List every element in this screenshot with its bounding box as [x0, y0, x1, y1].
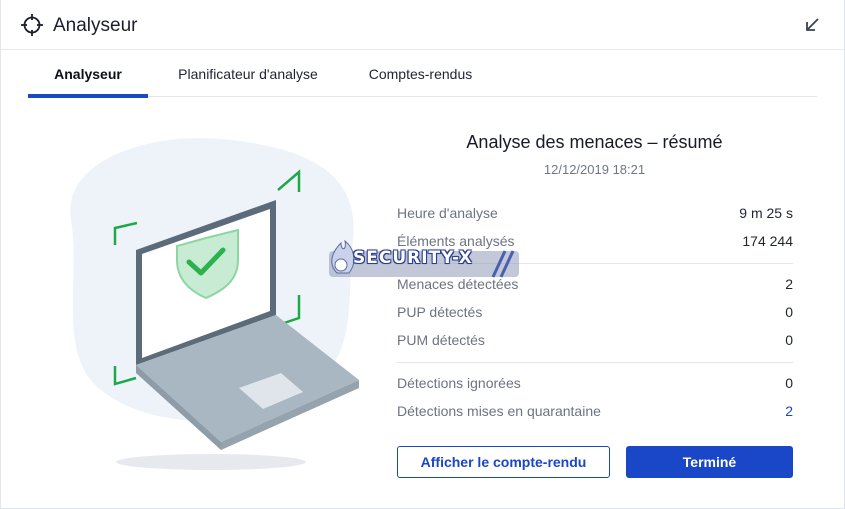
row-quarantined-detections-label: Détections mises en quarantaine: [397, 403, 601, 419]
tab-reports[interactable]: Comptes-rendus: [353, 50, 488, 97]
done-button[interactable]: Terminé: [626, 446, 793, 478]
scan-date: 12/12/2019 18:21: [543, 162, 646, 177]
row-pup-detected: PUP détectés 0: [397, 304, 793, 324]
row-ignored-detections: Détections ignorées 0: [397, 375, 793, 395]
tab-reports-label: Comptes-rendus: [368, 66, 473, 82]
row-pup-detected-label: PUP détectés: [397, 304, 483, 320]
row-pum-detected-value: 0: [785, 332, 793, 348]
crosshair-icon: [21, 14, 43, 36]
row-pup-detected-value: 0: [785, 304, 793, 320]
window-title: Analyseur: [53, 15, 138, 36]
divider: [397, 362, 793, 363]
view-report-button[interactable]: Afficher le compte-rendu: [397, 446, 610, 478]
tab-scan-scheduler-label: Planificateur d'analyse: [178, 66, 318, 82]
summary-title: Analyse des menaces – résumé: [466, 132, 723, 152]
watermark: SECURITY-X: [323, 233, 523, 281]
tab-scanner[interactable]: Analyseur: [28, 50, 148, 98]
row-scan-time: Heure d'analyse 9 m 25 s: [397, 205, 793, 225]
row-scan-time-value: 9 m 25 s: [739, 205, 793, 221]
laptop-shield-check-icon: [70, 138, 359, 470]
row-scan-time-label: Heure d'analyse: [397, 205, 498, 221]
arrow-down-left-icon[interactable]: [802, 15, 822, 35]
row-pum-detected: PUM détectés 0: [397, 332, 793, 352]
row-quarantined-detections-value[interactable]: 2: [785, 403, 793, 419]
title-bar: Analyseur: [1, 0, 844, 50]
row-ignored-detections-value: 0: [785, 375, 793, 391]
row-threats-detected-value: 2: [785, 276, 793, 292]
tab-bar: Analyseur Planificateur d'analyse Compte…: [28, 50, 817, 98]
watermark-text: SECURITY-X: [353, 248, 473, 268]
row-items-scanned-value: 174 244: [742, 233, 793, 249]
scanner-window: Analyseur Analyseur Planificateur d'anal…: [0, 0, 845, 509]
active-tab-indicator: [28, 94, 148, 98]
tab-scanner-label: Analyseur: [54, 66, 122, 82]
row-quarantined-detections: Détections mises en quarantaine 2: [397, 403, 793, 423]
row-pum-detected-label: PUM détectés: [397, 332, 485, 348]
tab-scan-scheduler[interactable]: Planificateur d'analyse: [158, 50, 338, 97]
row-ignored-detections-label: Détections ignorées: [397, 375, 521, 391]
